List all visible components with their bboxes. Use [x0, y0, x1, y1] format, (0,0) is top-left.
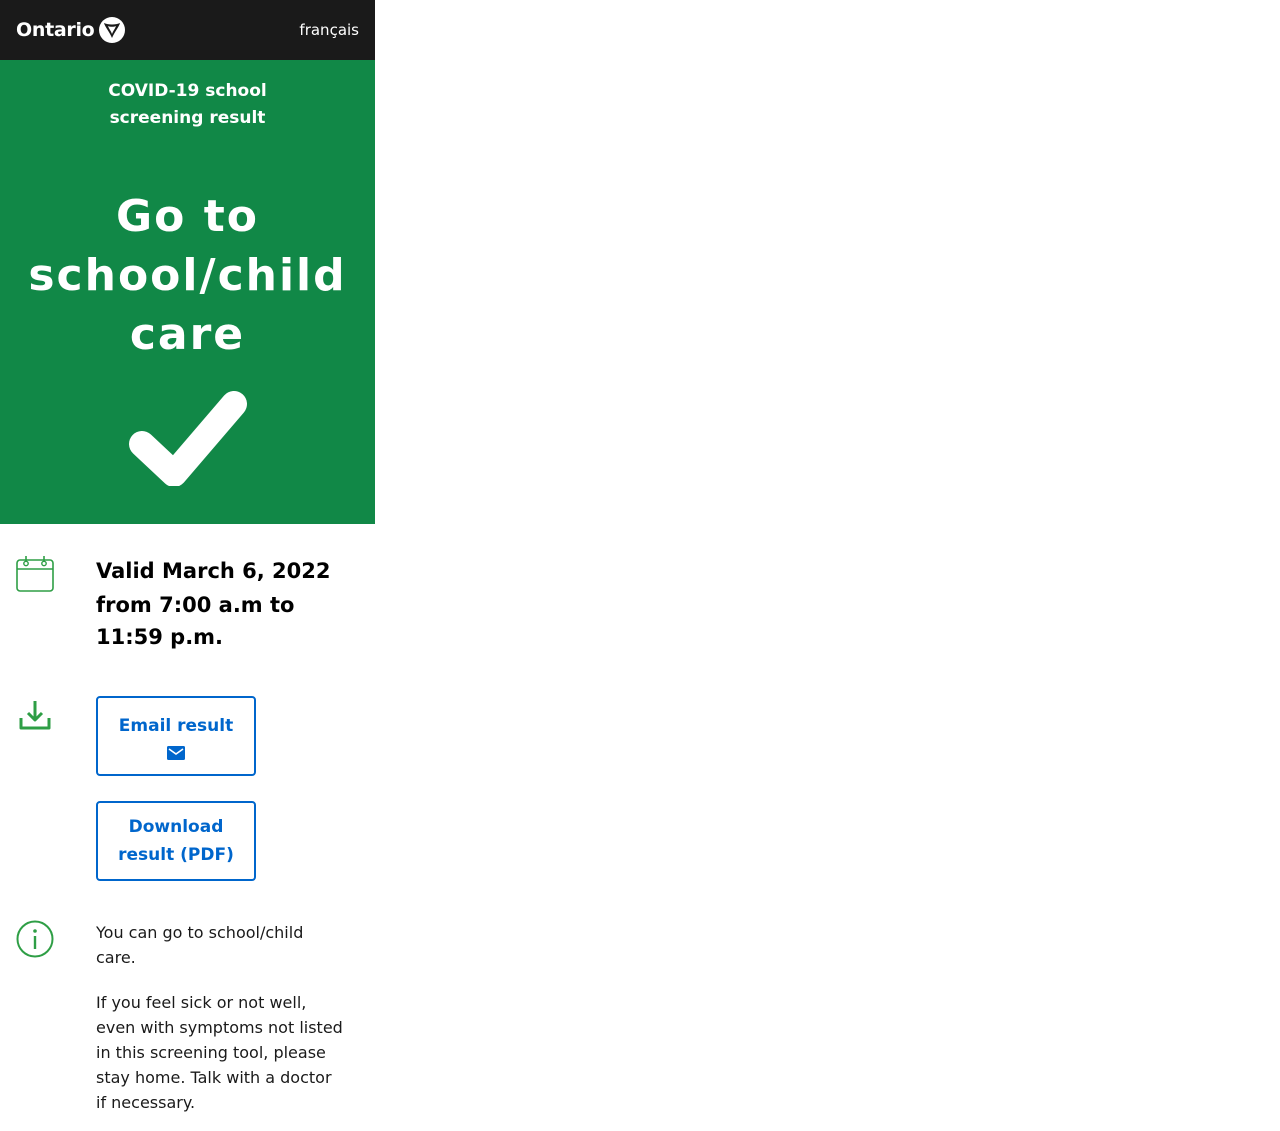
trillium-icon — [99, 17, 126, 43]
validity-date: Valid March 6, 2022 — [96, 559, 331, 583]
download-icon — [19, 701, 51, 730]
mail-icon — [167, 746, 185, 760]
download-pdf-label: Download result (PDF) — [118, 817, 234, 865]
info-advice: If you feel sick or not well, even with … — [96, 993, 343, 1112]
validity-time: from 7:00 a.m to 11:59 p.m. — [96, 593, 295, 649]
ontario-logo-link[interactable]: Ontario — [16, 16, 126, 44]
screening-result-page: Ontario français COVID-19 school screeni… — [0, 0, 375, 1131]
result-eyebrow: COVID-19 school screening result — [108, 81, 267, 128]
ontario-logo-text: Ontario — [16, 19, 95, 41]
info-icon — [16, 920, 54, 958]
header-bar: Ontario français — [0, 0, 375, 60]
language-toggle-link[interactable]: français — [299, 21, 359, 39]
download-pdf-button[interactable]: Download result (PDF) — [96, 801, 256, 881]
email-result-button[interactable]: Email result — [96, 696, 256, 776]
result-panel: COVID-19 school screening result Go to s… — [0, 60, 375, 524]
result-heading: Go to school/child care — [28, 191, 347, 360]
calendar-icon — [16, 556, 54, 592]
info-text: You can go to school/child care. If you … — [96, 920, 346, 1115]
info-message: You can go to school/child care. — [96, 923, 304, 967]
email-result-label: Email result — [118, 716, 234, 736]
validity-text: Valid March 6, 2022 from 7:00 a.m to 11:… — [96, 553, 356, 653]
checkmark-icon — [129, 391, 247, 486]
